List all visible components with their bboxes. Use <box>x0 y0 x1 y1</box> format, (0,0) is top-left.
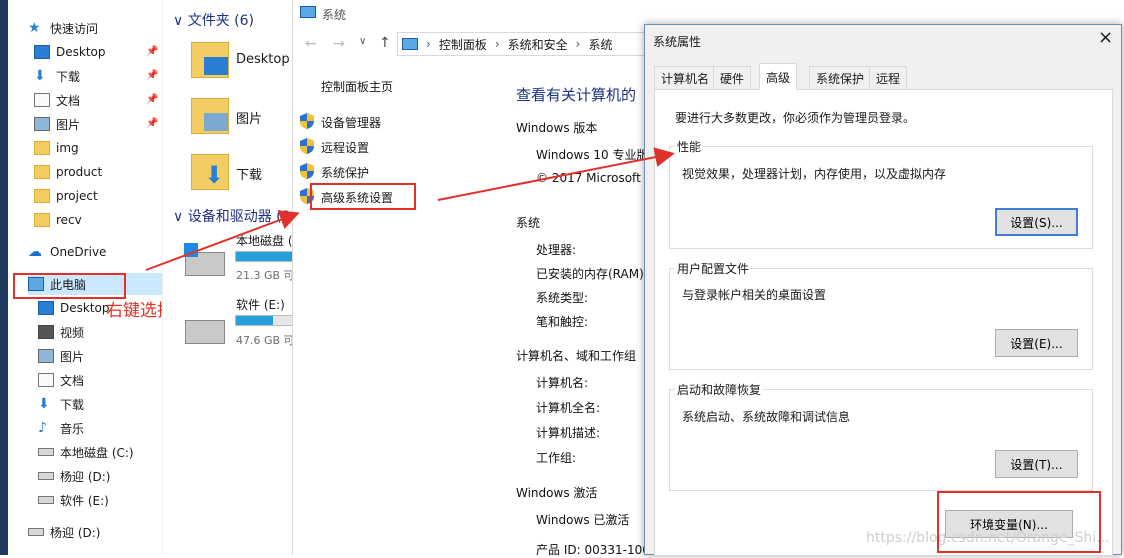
annotation-arrows <box>145 147 675 271</box>
tab-advanced[interactable]: 高级 <box>759 63 798 90</box>
arrow-to-system <box>145 210 300 271</box>
arrow-to-dialog <box>437 147 675 201</box>
